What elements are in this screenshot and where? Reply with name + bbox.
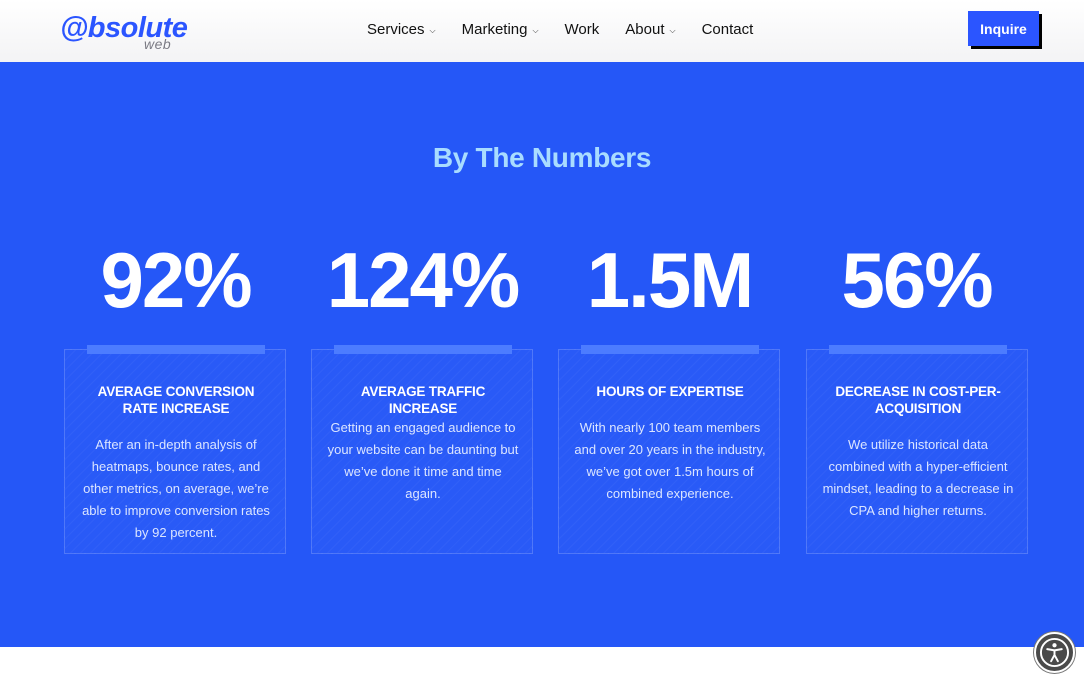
nav-item-about[interactable]: About ⌵ bbox=[625, 19, 675, 41]
card-title: HOURS OF EXPERTISE bbox=[596, 384, 744, 399]
site-header: @bsolute web Services ⌵ Marketing ⌵ Work… bbox=[0, 0, 1084, 62]
card-title: AVERAGE CONVERSION RATE INCREASE bbox=[97, 384, 255, 416]
nav-item-label: Contact bbox=[701, 21, 754, 38]
nav-item-marketing[interactable]: Marketing ⌵ bbox=[462, 19, 539, 41]
card-text: With nearly 100 team members and over 20… bbox=[574, 420, 766, 501]
stat-card: DECREASE IN COST-PER-ACQUISITION We util… bbox=[806, 345, 1028, 554]
card-accent-bar bbox=[581, 345, 759, 354]
card-accent-bar bbox=[87, 345, 265, 354]
stat-value: 56% bbox=[841, 236, 993, 324]
stat-card: AVERAGE TRAFFIC INCREASE Getting an enga… bbox=[311, 345, 533, 554]
by-the-numbers-section: By The Numbers 92% 124% 1.5M 56% AVERAGE… bbox=[0, 62, 1084, 647]
site-logo[interactable]: @bsolute web bbox=[60, 12, 190, 52]
section-title: By The Numbers bbox=[432, 142, 652, 173]
nav-item-label: Services bbox=[367, 21, 425, 38]
stat-value: 1.5M bbox=[586, 236, 754, 324]
stat-value: 92% bbox=[100, 236, 252, 324]
nav-item-label: Marketing bbox=[461, 21, 528, 38]
logo-subtext: web bbox=[144, 36, 172, 52]
nav-item-work[interactable]: Work bbox=[565, 19, 600, 41]
nav-item-services[interactable]: Services ⌵ bbox=[367, 19, 436, 41]
chevron-down-icon: ⌵ bbox=[532, 26, 539, 35]
chevron-down-icon: ⌵ bbox=[669, 26, 676, 35]
inquire-button[interactable]: Inquire bbox=[968, 11, 1039, 46]
stat-card: AVERAGE CONVERSION RATE INCREASE After a… bbox=[64, 345, 286, 554]
card-title: DECREASE IN COST-PER-ACQUISITION bbox=[835, 384, 1001, 416]
accessibility-icon bbox=[1039, 637, 1070, 668]
card-text: Getting an engaged audience to your webs… bbox=[327, 420, 519, 501]
nav-item-label: Work bbox=[564, 21, 600, 38]
nav-item-contact[interactable]: Contact bbox=[702, 19, 754, 41]
card-accent-bar bbox=[829, 345, 1007, 354]
stat-card: HOURS OF EXPERTISE With nearly 100 team … bbox=[558, 345, 780, 554]
card-title: AVERAGE TRAFFIC INCREASE bbox=[360, 384, 486, 416]
card-text: We utilize historical data combined with… bbox=[822, 437, 1014, 518]
chevron-down-icon: ⌵ bbox=[429, 26, 436, 35]
card-accent-bar bbox=[334, 345, 512, 354]
card-text: After an in-depth analysis of heatmaps, … bbox=[82, 437, 270, 540]
main-nav: Services ⌵ Marketing ⌵ Work About ⌵ Cont… bbox=[367, 19, 753, 41]
nav-item-label: About bbox=[625, 21, 665, 38]
stat-value: 124% bbox=[326, 236, 521, 324]
accessibility-button[interactable] bbox=[1034, 632, 1075, 673]
